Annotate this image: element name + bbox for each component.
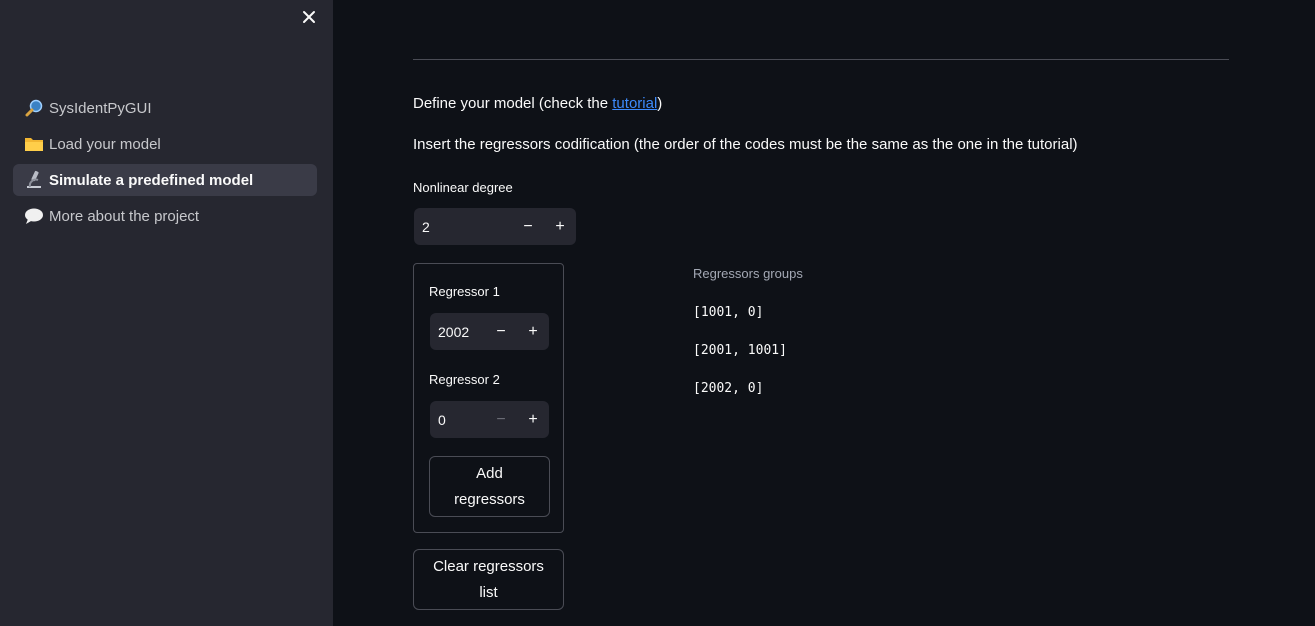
sidebar-item-label: Load your model [49, 135, 161, 153]
clear-regressors-button[interactable]: Clear regressors list [413, 549, 564, 610]
sidebar-nav: SysIdentPyGUI Load your model Simulate a… [13, 92, 317, 236]
regressor-2-value[interactable]: 0 [430, 412, 485, 428]
regressor-group-item: [1001, 0] [693, 305, 764, 320]
regressor-1-label: Regressor 1 [429, 284, 500, 299]
sidebar: SysIdentPyGUI Load your model Simulate a… [0, 0, 333, 626]
regressor-2-label: Regressor 2 [429, 372, 500, 387]
decrement-button[interactable]: − [512, 208, 544, 245]
insert-regressors-text: Insert the regressors codification (the … [413, 136, 1078, 153]
define-suffix: ) [657, 95, 663, 112]
regressor-1-value[interactable]: 2002 [430, 324, 485, 340]
regressor-1-input[interactable]: 2002 − + [430, 313, 549, 350]
close-sidebar-button[interactable] [298, 7, 320, 29]
speech-bubble-icon [23, 205, 45, 227]
regressor-2-input[interactable]: 0 − + [430, 401, 549, 438]
sidebar-item-sysidentpygui[interactable]: SysIdentPyGUI [13, 92, 317, 124]
nonlinear-degree-label: Nonlinear degree [413, 180, 513, 195]
regressor-group-item: [2001, 1001] [693, 343, 787, 358]
sidebar-item-simulate-predefined-model[interactable]: Simulate a predefined model [13, 164, 317, 196]
sidebar-item-label: More about the project [49, 207, 200, 225]
microscope-icon [23, 169, 45, 191]
nonlinear-degree-value[interactable]: 2 [414, 219, 512, 235]
sidebar-item-label: Simulate a predefined model [49, 171, 254, 189]
sidebar-item-more-about-project[interactable]: More about the project [13, 200, 317, 232]
divider [413, 59, 1229, 60]
regressors-form: Regressor 1 2002 − + Regressor 2 0 − + A… [413, 263, 564, 533]
regressor-group-item: [2002, 0] [693, 381, 764, 396]
sidebar-item-label: SysIdentPyGUI [49, 99, 152, 117]
folder-icon [23, 133, 45, 155]
increment-button[interactable]: + [517, 313, 549, 350]
decrement-button[interactable]: − [485, 401, 517, 438]
increment-button[interactable]: + [517, 401, 549, 438]
tutorial-link[interactable]: tutorial [612, 95, 657, 112]
increment-button[interactable]: + [544, 208, 576, 245]
nonlinear-degree-input[interactable]: 2 − + [414, 208, 576, 245]
decrement-button[interactable]: − [485, 313, 517, 350]
close-icon [302, 8, 316, 28]
define-model-text: Define your model (check the tutorial) [413, 95, 662, 112]
sidebar-item-load-model[interactable]: Load your model [13, 128, 317, 160]
regressors-groups-title: Regressors groups [693, 266, 803, 281]
magnifier-icon [23, 97, 45, 119]
define-prefix: Define your model (check the [413, 95, 613, 112]
add-regressors-button[interactable]: Add regressors [429, 456, 550, 517]
